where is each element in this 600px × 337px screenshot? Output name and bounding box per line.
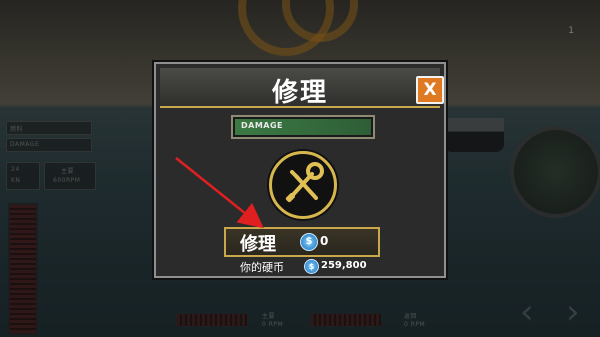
annotation-arrow bbox=[175, 157, 264, 229]
